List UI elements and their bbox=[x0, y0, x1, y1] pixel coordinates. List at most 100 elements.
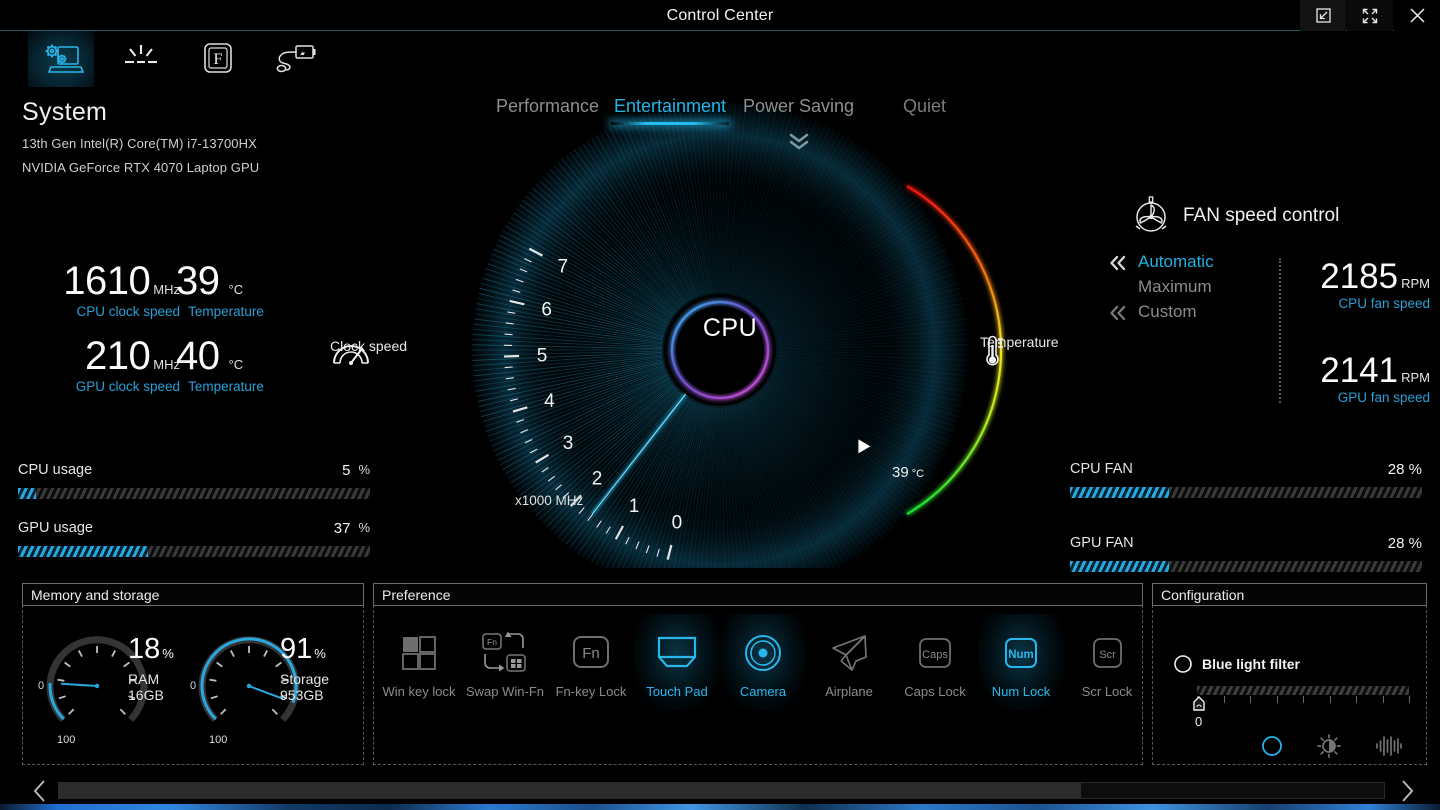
gpu-clock-caption: GPU clock speed bbox=[75, 379, 180, 394]
pref-scr-lock-label: Scr Lock bbox=[1081, 684, 1133, 699]
pref-camera-label: Camera bbox=[739, 684, 787, 699]
audio-waveform-icon[interactable] bbox=[1375, 735, 1403, 762]
pref-win-key-lock[interactable]: Win key lock bbox=[376, 614, 462, 710]
svg-text:7: 7 bbox=[558, 256, 569, 277]
pref-touch-pad[interactable]: Touch Pad bbox=[634, 614, 720, 710]
pref-swap-win-fn[interactable]: Fn Swap Win-Fn bbox=[462, 614, 548, 710]
gpu-usage-value: 37 bbox=[333, 520, 351, 537]
storage-dial-min: 0 bbox=[190, 680, 197, 692]
gpu-usage-label: GPU usage bbox=[18, 520, 93, 536]
fn-key-lock-icon: Fn bbox=[568, 630, 614, 676]
ram-size: 16GB bbox=[128, 687, 164, 703]
power-tab[interactable] bbox=[261, 31, 327, 87]
storage-dial-max: 100 bbox=[209, 734, 228, 746]
slider-value: 0 bbox=[1195, 714, 1203, 729]
ram-percent-sign: % bbox=[162, 646, 174, 661]
gpu-fan-speed-readout: 2141 RPM GPU fan speed bbox=[1290, 352, 1430, 405]
scroll-right-button[interactable] bbox=[1399, 780, 1415, 807]
chevron-left-icon bbox=[33, 780, 45, 802]
svg-text:Scr: Scr bbox=[1099, 649, 1116, 661]
system-tab[interactable] bbox=[28, 31, 94, 87]
ram-dial-text: 18% RAM 16GB bbox=[128, 634, 174, 704]
storage-size: 953GB bbox=[280, 687, 324, 703]
storage-dial-text: 91% Storage 953GB bbox=[280, 634, 330, 704]
cpu-fan-value: 28 % bbox=[1387, 461, 1422, 478]
speedometer-icon bbox=[333, 345, 369, 365]
airplane-icon bbox=[825, 630, 873, 676]
fan-icon bbox=[1135, 196, 1167, 232]
function-key-tab[interactable]: F bbox=[185, 31, 251, 87]
gauge-temperature-value: 39 °C bbox=[892, 464, 924, 481]
close-window-button[interactable] bbox=[1394, 0, 1440, 31]
gpu-clock-readout: 210 MHz GPU clock speed bbox=[18, 335, 180, 394]
svg-text:1: 1 bbox=[629, 496, 640, 517]
fan-mode-custom[interactable]: Custom bbox=[1108, 302, 1278, 327]
gpu-fan-speed-caption: GPU fan speed bbox=[1337, 390, 1430, 405]
gpu-usage-bar bbox=[18, 546, 370, 557]
fan-mode-list: Automatic Maximum Custom bbox=[1108, 252, 1278, 327]
swap-win-fn-icon: Fn bbox=[479, 630, 531, 676]
fan-mode-maximum-label: Maximum bbox=[1138, 277, 1212, 296]
caps-lock-key-icon: Caps bbox=[913, 630, 957, 676]
maximize-window-button[interactable] bbox=[1347, 0, 1393, 31]
slider-track bbox=[1197, 686, 1409, 695]
keyboard-light-icon bbox=[125, 45, 157, 64]
window-title: Control Center bbox=[666, 7, 774, 24]
blue-light-filter-icon[interactable] bbox=[1261, 735, 1283, 762]
fan-mode-automatic[interactable]: Automatic bbox=[1108, 252, 1278, 277]
gpu-fan-bar bbox=[1070, 561, 1422, 572]
gauge-temp-number: 39 bbox=[892, 464, 909, 481]
blue-light-filter-slider[interactable]: 0 bbox=[1193, 686, 1410, 729]
system-info: System 13th Gen Intel(R) Core(TM) i7-137… bbox=[22, 98, 442, 175]
keyboard-backlight-tab[interactable] bbox=[108, 31, 174, 87]
power-plug-battery-icon bbox=[276, 45, 316, 73]
fan-mode-maximum[interactable]: Maximum bbox=[1108, 277, 1278, 302]
cpu-usage-percent-sign: % bbox=[358, 462, 370, 477]
pref-fn-key-lock-label: Fn-key Lock bbox=[555, 684, 627, 699]
preference-panel-body: Win key lock Fn Swap Win-Fn Fn Fn-key Lo… bbox=[373, 605, 1143, 765]
icon-tab-strip: F bbox=[0, 31, 1440, 87]
chevron-double-left-icon bbox=[1108, 254, 1130, 277]
fan-mode-automatic-label: Automatic bbox=[1138, 252, 1214, 271]
blue-light-filter-label: Blue light filter bbox=[1202, 656, 1300, 672]
gpu-fan-meter: GPU FAN 28 % bbox=[1070, 535, 1422, 572]
expand-icon bbox=[1362, 8, 1378, 23]
horizontal-scrollbar[interactable] bbox=[0, 776, 1440, 804]
preference-panel: Preference Win key lock Fn Swap Win-Fn F… bbox=[373, 583, 1143, 765]
num-lock-key-icon: Num bbox=[999, 630, 1043, 676]
storage-name: Storage bbox=[280, 671, 330, 687]
brightness-contrast-icon[interactable] bbox=[1317, 734, 1341, 763]
pref-airplane[interactable]: Airplane bbox=[806, 614, 892, 710]
desktop-wallpaper-strip bbox=[0, 804, 1440, 810]
svg-text:2: 2 bbox=[592, 469, 603, 490]
svg-text:Fn: Fn bbox=[582, 645, 600, 662]
pref-num-lock[interactable]: Num Num Lock bbox=[978, 614, 1064, 710]
pref-camera[interactable]: Camera bbox=[720, 614, 806, 710]
scrollbar-track[interactable] bbox=[58, 782, 1385, 799]
memory-and-storage-panel: Memory and storage 0 100 18% RAM 16GB 0 … bbox=[22, 583, 364, 765]
memory-panel-body: 0 100 18% RAM 16GB 0 100 91% Storage 953… bbox=[22, 605, 364, 765]
svg-text:0: 0 bbox=[672, 513, 683, 534]
pref-fn-key-lock[interactable]: Fn Fn-key Lock bbox=[548, 614, 634, 710]
scroll-left-button[interactable] bbox=[32, 780, 48, 807]
pref-win-key-lock-label: Win key lock bbox=[382, 684, 456, 699]
cpu-fan-bar-fill bbox=[1070, 487, 1169, 498]
cpu-fan-bar bbox=[1070, 487, 1422, 498]
configuration-panel: Configuration Blue light filter 0 bbox=[1152, 583, 1427, 765]
cpu-temperature-unit: °C bbox=[228, 282, 244, 297]
cpu-usage-bar bbox=[18, 488, 370, 499]
system-heading: System bbox=[22, 98, 108, 126]
gpu-fan-value: 28 % bbox=[1387, 535, 1422, 552]
cpu-temperature-caption: Temperature bbox=[188, 304, 264, 319]
pref-caps-lock[interactable]: Caps Caps Lock bbox=[892, 614, 978, 710]
cpu-usage-meter: CPU usage % 5 bbox=[18, 462, 370, 499]
gauge-graphics: 0 1 234 5 6 7 bbox=[472, 102, 1003, 568]
fan-panel-divider bbox=[1279, 258, 1281, 403]
slider-ticks bbox=[1197, 696, 1410, 705]
svg-text:Caps: Caps bbox=[922, 649, 948, 661]
gpu-usage-percent-sign: % bbox=[358, 520, 370, 535]
restore-window-button[interactable] bbox=[1300, 0, 1346, 31]
chevron-right-icon bbox=[1402, 780, 1414, 802]
scrollbar-thumb[interactable] bbox=[59, 783, 1081, 798]
pref-scr-lock[interactable]: Scr Scr Lock bbox=[1064, 614, 1150, 710]
